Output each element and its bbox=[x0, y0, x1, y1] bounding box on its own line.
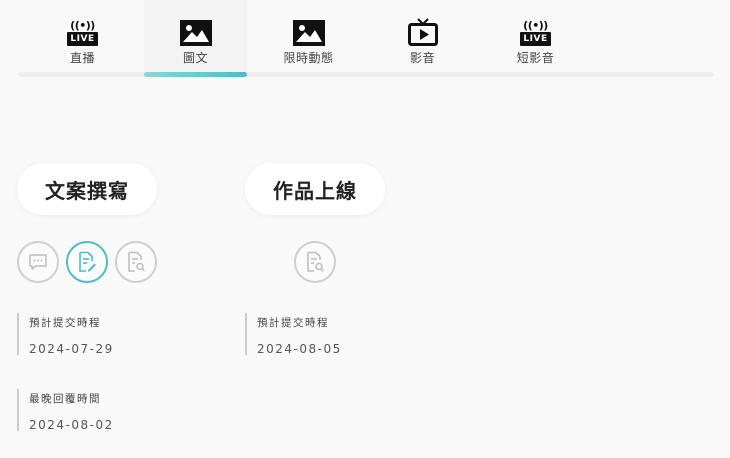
tab-image-text[interactable]: 圖文 bbox=[144, 0, 247, 72]
tab-stories[interactable]: 限時動態 bbox=[257, 0, 360, 72]
chat-icon bbox=[29, 254, 47, 270]
review-button[interactable] bbox=[294, 241, 336, 283]
stage-card-publish: 作品上線 bbox=[245, 163, 385, 215]
tab-short-video[interactable]: ((•)) LIVE 短影音 bbox=[484, 0, 587, 72]
tab-video[interactable]: 影音 bbox=[371, 0, 474, 72]
date-label: 預計提交時程 bbox=[257, 317, 329, 329]
image-icon bbox=[292, 20, 325, 46]
edit-draft-button[interactable] bbox=[66, 241, 108, 283]
date-value: 2024-08-02 bbox=[29, 418, 114, 432]
review-button[interactable] bbox=[115, 241, 157, 283]
stage-title: 作品上線 bbox=[273, 178, 357, 203]
date-value: 2024-08-05 bbox=[257, 342, 342, 356]
search-document-icon bbox=[128, 251, 146, 272]
edit-document-icon bbox=[79, 251, 96, 272]
live-icon: ((•)) LIVE bbox=[520, 19, 551, 46]
date-label: 預計提交時程 bbox=[29, 317, 101, 329]
tab-label: 圖文 bbox=[182, 51, 208, 65]
comment-button[interactable] bbox=[17, 241, 59, 283]
expected-submission-date: 預計提交時程 2024-07-29 bbox=[17, 313, 114, 356]
tv-icon bbox=[407, 18, 438, 46]
tab-live[interactable]: ((•)) LIVE 直播 bbox=[31, 0, 134, 72]
latest-reply-date: 最晚回覆時間 2024-08-02 bbox=[17, 389, 114, 432]
search-document-icon bbox=[307, 251, 325, 272]
date-value: 2024-07-29 bbox=[29, 342, 114, 356]
live-icon: ((•)) LIVE bbox=[67, 19, 98, 46]
stage-card-copywriting: 文案撰寫 bbox=[17, 163, 157, 215]
tab-label: 限時動態 bbox=[283, 51, 334, 65]
date-label: 最晚回覆時間 bbox=[29, 393, 101, 405]
content-type-tabs: ((•)) LIVE 直播 圖文 限時動態 影音 ((•)) LIVE 短影音 bbox=[0, 0, 730, 78]
tab-label: 直播 bbox=[69, 51, 95, 65]
image-icon bbox=[179, 20, 212, 46]
tab-label: 影音 bbox=[409, 51, 435, 65]
expected-submission-date: 預計提交時程 2024-08-05 bbox=[245, 313, 342, 356]
active-tab-indicator bbox=[144, 72, 247, 77]
tab-label: 短影音 bbox=[516, 51, 555, 65]
stage-title: 文案撰寫 bbox=[45, 178, 129, 203]
tab-track bbox=[18, 72, 714, 77]
